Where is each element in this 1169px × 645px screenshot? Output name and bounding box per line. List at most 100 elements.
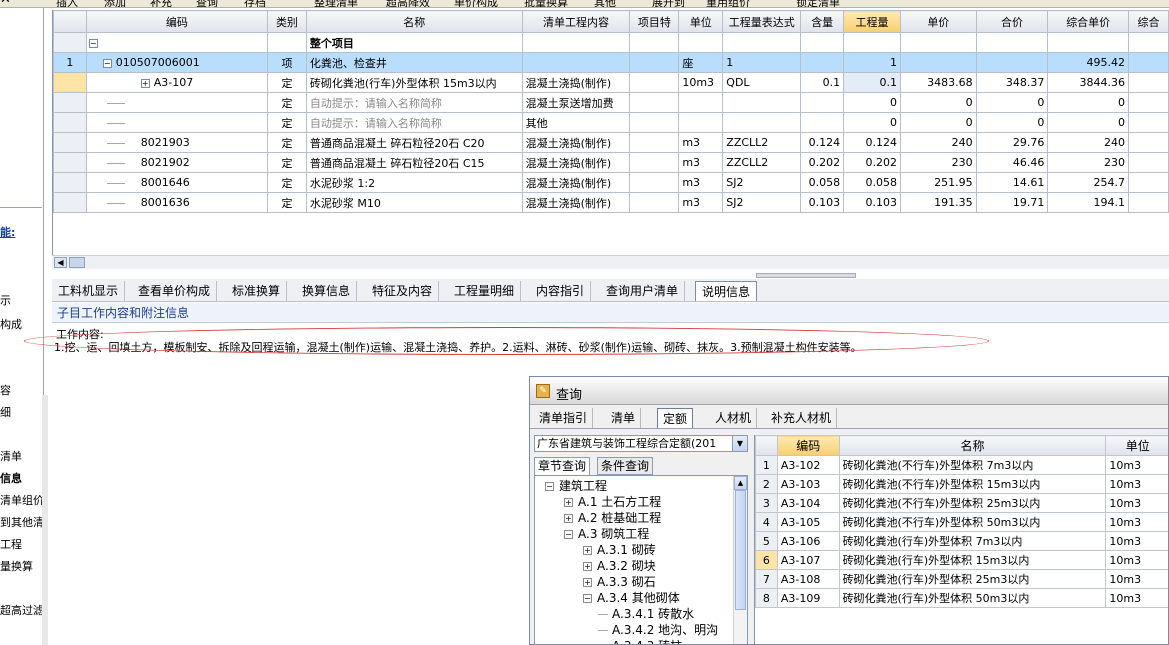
- cell-expr[interactable]: SJ2: [722, 172, 802, 193]
- header-expr[interactable]: 工程量表达式: [722, 10, 802, 33]
- tree-scroll-thumb[interactable]: [735, 490, 746, 610]
- toolbar-archive[interactable]: 存档: [244, 0, 266, 7]
- cell-feature[interactable]: [629, 172, 680, 193]
- quota-cell-unit[interactable]: 10m3: [1105, 455, 1168, 475]
- toolbar-query[interactable]: 查询: [196, 0, 218, 7]
- toolbar-unit-price[interactable]: 单价构成: [454, 0, 498, 7]
- cell-code[interactable]: −: [85, 32, 269, 53]
- cell-type[interactable]: [267, 32, 307, 53]
- cell-type[interactable]: 定: [267, 112, 307, 133]
- scroll-up-icon[interactable]: ▲: [734, 476, 747, 490]
- tree-node[interactable]: − 建筑工程: [545, 478, 607, 494]
- cell-feature[interactable]: [629, 132, 680, 153]
- quota-cell-unit[interactable]: 10m3: [1105, 531, 1168, 551]
- cell-feature[interactable]: [629, 32, 680, 53]
- quota-cell-name[interactable]: 砖砌化粪池(行车)外型体积 50m3以内: [838, 588, 1107, 608]
- left-item-3[interactable]: 容: [0, 382, 11, 398]
- header-total[interactable]: 合价: [975, 10, 1049, 33]
- left-item-1[interactable]: 示: [0, 292, 11, 308]
- toolbar-supplement[interactable]: 补充: [150, 0, 172, 7]
- cell-content-qty[interactable]: [800, 112, 845, 133]
- table-row[interactable]: 8001636 定水泥砂浆 M10 混凝土浇捣(制作) m3 SJ2 0.103 0.103…: [53, 192, 1169, 213]
- header-price[interactable]: 单价: [899, 10, 977, 33]
- cell-unit[interactable]: [678, 32, 724, 53]
- quota-cell-rn[interactable]: 5: [755, 531, 778, 551]
- cell-code[interactable]: 8021902: [85, 152, 269, 173]
- tab-description[interactable]: 说明信息: [695, 281, 758, 301]
- cell-type[interactable]: 定: [267, 192, 307, 213]
- cell-price[interactable]: [899, 52, 977, 73]
- tab-content-guide[interactable]: 内容指引: [530, 281, 592, 301]
- chevron-down-icon[interactable]: ▼: [732, 436, 747, 451]
- tab-unit-price-composition[interactable]: 查看单价构成: [132, 281, 218, 301]
- quota-row[interactable]: 1 A3-102 砖砌化粪池(不行车)外型体积 7m3以内 10m3: [755, 455, 1168, 475]
- cell-qty[interactable]: 0.058: [843, 172, 901, 193]
- table-row[interactable]: 8001646 定水泥砂浆 1:2 混凝土浇捣(制作) m3 SJ2 0.058 0.058…: [53, 172, 1169, 193]
- cell-content[interactable]: 混凝土浇捣(制作): [521, 152, 631, 173]
- splitter-handle[interactable]: [756, 273, 856, 278]
- cell-type[interactable]: 定: [267, 72, 307, 93]
- left-item-10[interactable]: 量换算: [0, 558, 33, 574]
- quota-cell-name[interactable]: 砖砌化粪池(不行车)外型体积 25m3以内: [838, 493, 1107, 513]
- cell-expr[interactable]: SJ2: [722, 192, 802, 213]
- cell-expr[interactable]: [722, 92, 802, 113]
- cell-qty[interactable]: [843, 32, 901, 53]
- cell-type[interactable]: 项: [267, 52, 307, 73]
- dialog-tab-materials[interactable]: 人材机: [710, 408, 758, 428]
- cell-unit-price[interactable]: 254.7: [1047, 172, 1130, 193]
- row-number[interactable]: [53, 192, 87, 213]
- cell-feature[interactable]: [629, 192, 680, 213]
- cell-code[interactable]: 8001646: [85, 172, 269, 193]
- tree-node[interactable]: + A.2 桩基础工程: [564, 510, 661, 526]
- cell-price[interactable]: [899, 32, 977, 53]
- cell-composite[interactable]: [1128, 52, 1169, 73]
- quota-row[interactable]: 4 A3-105 砖砌化粪池(不行车)外型体积 50m3以内 10m3: [755, 512, 1168, 532]
- expand-icon[interactable]: +: [583, 578, 592, 587]
- cell-composite[interactable]: [1128, 192, 1169, 213]
- toolbar-expand[interactable]: 展开到: [652, 0, 685, 7]
- tree-node[interactable]: + A.1 土石方工程: [564, 494, 661, 510]
- quota-cell-name[interactable]: 砖砌化粪池(不行车)外型体积 15m3以内: [838, 474, 1107, 494]
- cell-unit[interactable]: m3: [678, 132, 724, 153]
- dialog-tab-guide[interactable]: 清单指引: [534, 408, 594, 428]
- cell-code[interactable]: [85, 112, 269, 133]
- close-icon[interactable]: ✕: [0, 0, 11, 7]
- toolbar-organize[interactable]: 整理清单: [314, 0, 358, 7]
- cell-unit[interactable]: [678, 92, 724, 113]
- quota-cell-unit[interactable]: 10m3: [1105, 493, 1168, 513]
- cell-unit-price[interactable]: 0: [1047, 92, 1130, 113]
- cell-name[interactable]: 整个项目: [305, 32, 523, 53]
- cell-feature[interactable]: [629, 72, 680, 93]
- table-row[interactable]: 8021903 定普通商品混凝土 碎石粒径20石 C20 混凝土浇捣(制作) m3 ZZ…: [53, 132, 1169, 153]
- cell-total[interactable]: [975, 52, 1049, 73]
- expand-icon[interactable]: +: [583, 546, 592, 555]
- cell-composite[interactable]: [1128, 152, 1169, 173]
- table-row[interactable]: 定自动提示：请输入名称简称 其他 0 0 0 0: [53, 112, 1169, 133]
- cell-feature[interactable]: [629, 112, 680, 133]
- cell-name[interactable]: 化粪池、检查井: [305, 52, 523, 73]
- cell-unit[interactable]: m3: [678, 172, 724, 193]
- dialog-tab-supplement[interactable]: 补充人材机: [766, 408, 838, 428]
- cell-name[interactable]: 水泥砂浆 M10: [305, 192, 523, 213]
- header-feature[interactable]: 项目特: [629, 10, 680, 33]
- cell-unit-price[interactable]: 495.42: [1047, 52, 1130, 73]
- row-number[interactable]: [53, 92, 87, 113]
- tab-standard-conversion[interactable]: 标准换算: [226, 281, 288, 301]
- tab-conversion-info[interactable]: 换算信息: [296, 281, 358, 301]
- header-name[interactable]: 名称: [305, 10, 523, 33]
- tab-features[interactable]: 特征及内容: [366, 281, 440, 301]
- quota-cell-unit[interactable]: 10m3: [1105, 512, 1168, 532]
- cell-qty[interactable]: 0: [843, 112, 901, 133]
- cell-composite[interactable]: [1128, 32, 1169, 53]
- tree-node[interactable]: A.3.4.1 砖散水: [598, 606, 694, 622]
- tree-node[interactable]: − A.3 砌筑工程: [564, 526, 649, 542]
- quota-row[interactable]: 5 A3-106 砖砌化粪池(行车)外型体积 7m3以内 10m3: [755, 531, 1168, 551]
- cell-qty[interactable]: 0: [843, 92, 901, 113]
- quota-row[interactable]: 3 A3-104 砖砌化粪池(不行车)外型体积 25m3以内 10m3: [755, 493, 1168, 513]
- cell-expr[interactable]: QDL: [722, 72, 802, 93]
- cell-total[interactable]: 19.71: [975, 192, 1049, 213]
- quota-row[interactable]: 7 A3-108 砖砌化粪池(行车)外型体积 25m3以内 10m3: [755, 569, 1168, 589]
- cell-content-qty[interactable]: 0.1: [800, 72, 845, 93]
- table-row[interactable]: − 整个项目: [53, 32, 1169, 53]
- toolbar-add[interactable]: 添加: [104, 0, 126, 7]
